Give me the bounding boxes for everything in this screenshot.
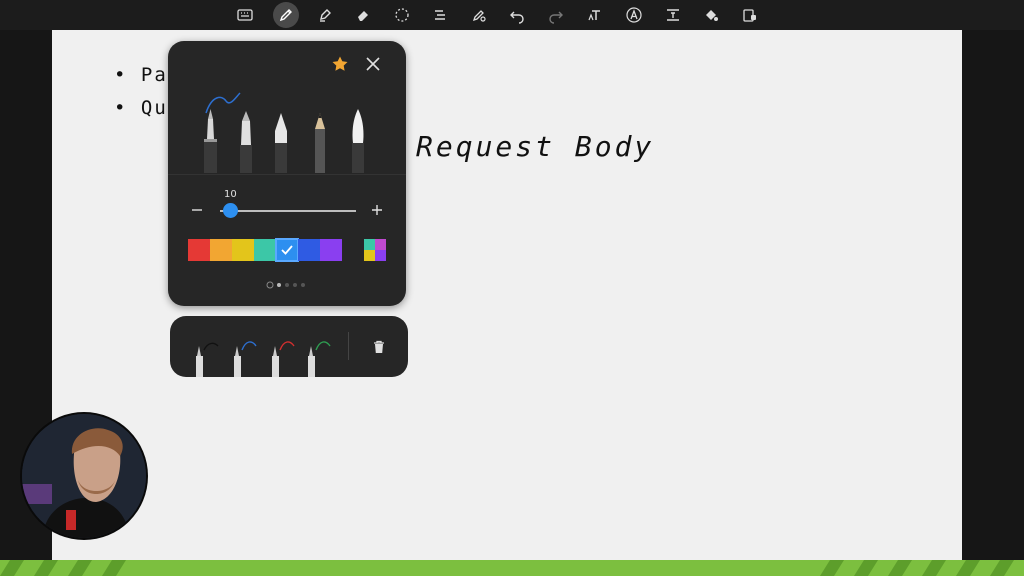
close-icon[interactable] bbox=[364, 55, 382, 73]
lasso-icon[interactable] bbox=[389, 2, 415, 28]
color-swatch[interactable] bbox=[188, 239, 210, 261]
keyboard-icon[interactable] bbox=[232, 2, 258, 28]
brush-pen[interactable] bbox=[352, 109, 364, 173]
check-icon bbox=[281, 245, 293, 255]
decorative-band bbox=[0, 560, 1024, 576]
favorite-pen-green[interactable] bbox=[308, 341, 331, 377]
favorite-pen-blue[interactable] bbox=[234, 341, 257, 377]
divider bbox=[348, 332, 349, 360]
color-palette bbox=[188, 238, 342, 262]
favorite-pens-bar bbox=[170, 316, 408, 377]
page-dot[interactable] bbox=[301, 283, 305, 287]
color-swatch[interactable] bbox=[210, 239, 232, 261]
top-toolbar bbox=[0, 0, 1024, 30]
trash-icon[interactable] bbox=[371, 339, 387, 355]
pen-type-list bbox=[204, 92, 364, 173]
color-picker-icon[interactable] bbox=[364, 239, 386, 261]
favorite-pen-black[interactable] bbox=[196, 342, 219, 377]
star-icon[interactable] bbox=[331, 55, 349, 73]
ballpoint-pen[interactable] bbox=[275, 113, 287, 173]
redo-icon[interactable] bbox=[543, 2, 569, 28]
stroke-preview bbox=[205, 92, 241, 114]
fountain-pen[interactable] bbox=[204, 109, 217, 173]
pen-to-shape-icon[interactable] bbox=[466, 2, 492, 28]
heading-request-body: Request Body bbox=[416, 130, 655, 163]
minus-icon[interactable] bbox=[190, 203, 204, 217]
page-dot[interactable] bbox=[277, 283, 281, 287]
page-dot[interactable] bbox=[293, 283, 297, 287]
pen-size-slider-thumb[interactable] bbox=[223, 203, 239, 218]
text-tool-icon[interactable] bbox=[582, 2, 608, 28]
pen-settings-popup: 10 bbox=[168, 41, 406, 306]
page-dot[interactable] bbox=[285, 283, 289, 287]
presenter-video bbox=[22, 414, 146, 538]
color-swatch[interactable] bbox=[320, 239, 342, 261]
calligraphy-pen[interactable] bbox=[240, 111, 252, 173]
pen-size-slider[interactable] bbox=[220, 210, 356, 212]
fill-icon[interactable] bbox=[698, 2, 724, 28]
shape-recognition-icon[interactable] bbox=[427, 2, 453, 28]
color-swatch[interactable] bbox=[275, 238, 299, 262]
eraser-icon[interactable] bbox=[350, 2, 376, 28]
pen-icon[interactable] bbox=[273, 2, 299, 28]
highlighter-icon[interactable] bbox=[312, 2, 338, 28]
lock-icon[interactable] bbox=[737, 2, 763, 28]
text-box-icon[interactable] bbox=[660, 2, 686, 28]
favorite-pens-list bbox=[196, 341, 331, 377]
color-swatch[interactable] bbox=[298, 239, 320, 261]
color-swatch[interactable] bbox=[254, 239, 276, 261]
favorite-pen-red[interactable] bbox=[272, 341, 295, 377]
text-style-icon[interactable] bbox=[621, 2, 647, 28]
page-indicator bbox=[266, 281, 305, 289]
color-swatch[interactable] bbox=[232, 239, 254, 261]
undo-icon[interactable] bbox=[504, 2, 530, 28]
pencil[interactable] bbox=[315, 113, 325, 173]
plus-icon[interactable] bbox=[370, 203, 384, 217]
pen-size-value: 10 bbox=[224, 189, 237, 200]
webcam-overlay bbox=[22, 414, 146, 538]
divider bbox=[168, 174, 406, 175]
